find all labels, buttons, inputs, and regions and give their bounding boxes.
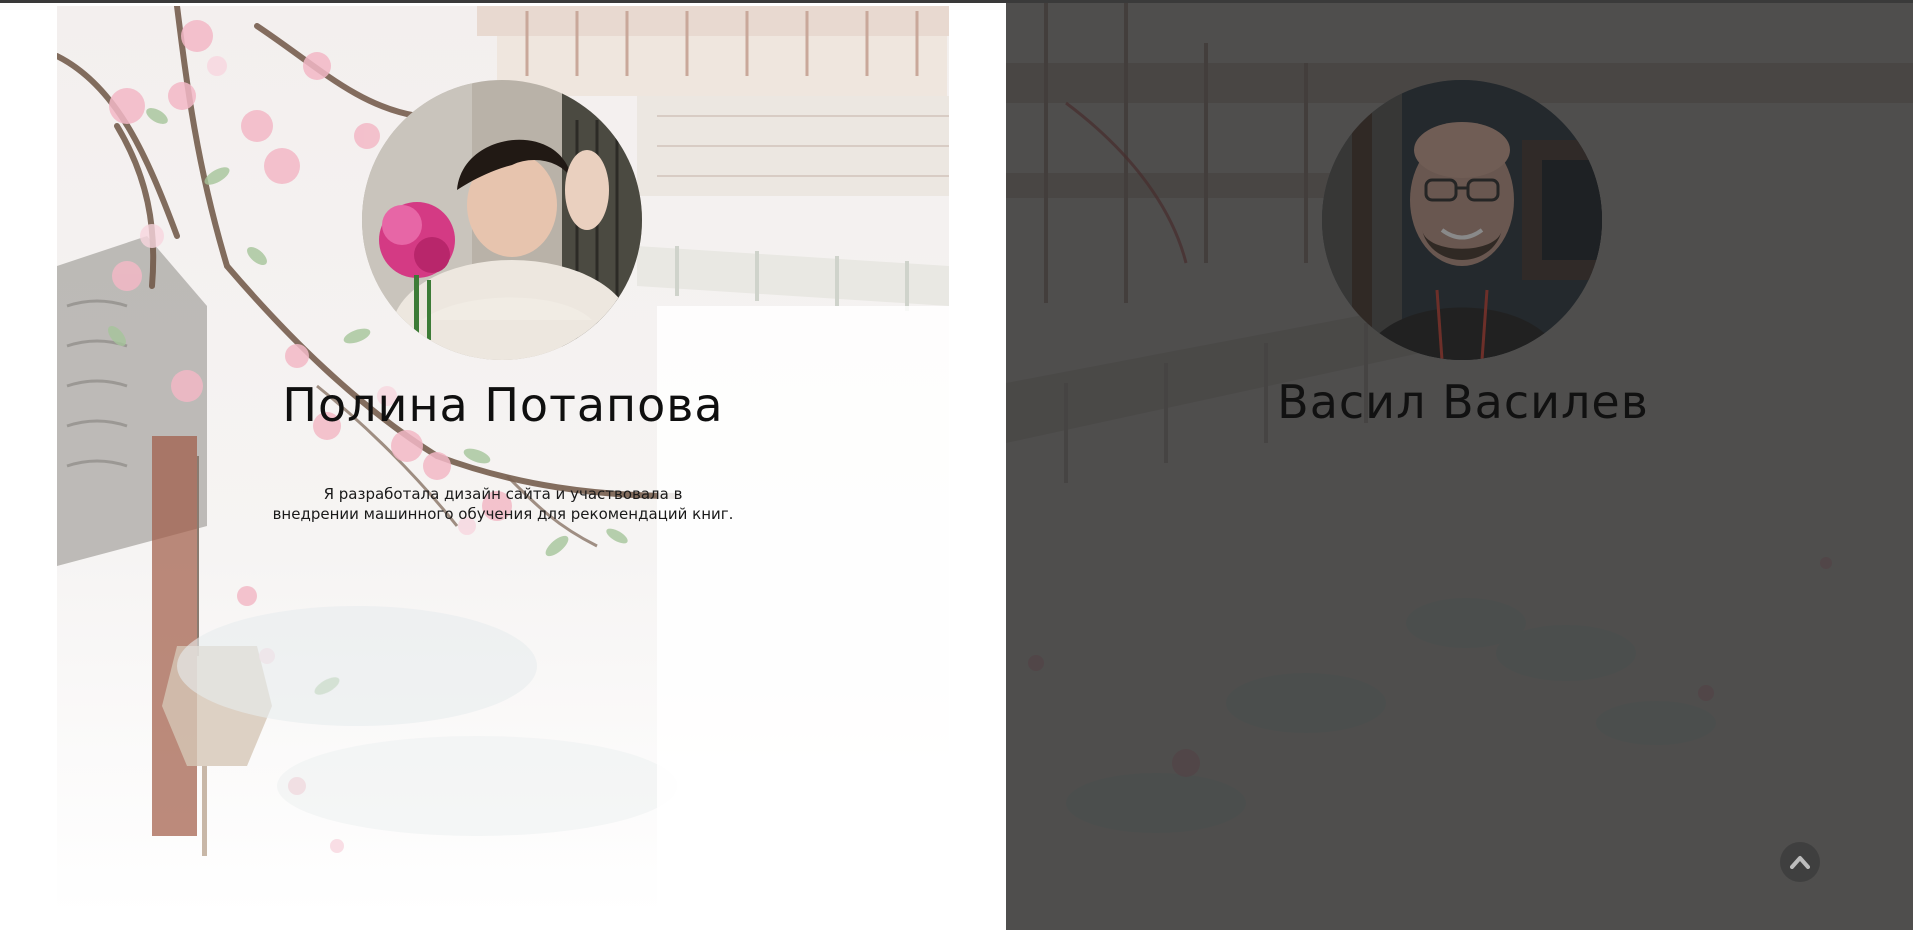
member-name-polina: Полина Потапова — [282, 378, 724, 432]
chevron-up-icon — [1790, 856, 1810, 869]
description-line-1: Я разработала дизайн сайта и участвовала… — [323, 485, 683, 503]
member-description-polina: Я разработала дизайн сайта и участвовала… — [240, 484, 766, 524]
avatar-right-dim — [1322, 80, 1602, 360]
description-line-2: внедрении машинного обучения для рекомен… — [272, 505, 734, 523]
avatar-polina — [362, 80, 642, 360]
member-name-vasil: Васил Василев — [1277, 375, 1649, 429]
portrait-with-peony-photo — [362, 80, 642, 360]
scroll-to-top-button[interactable] — [1780, 842, 1820, 882]
